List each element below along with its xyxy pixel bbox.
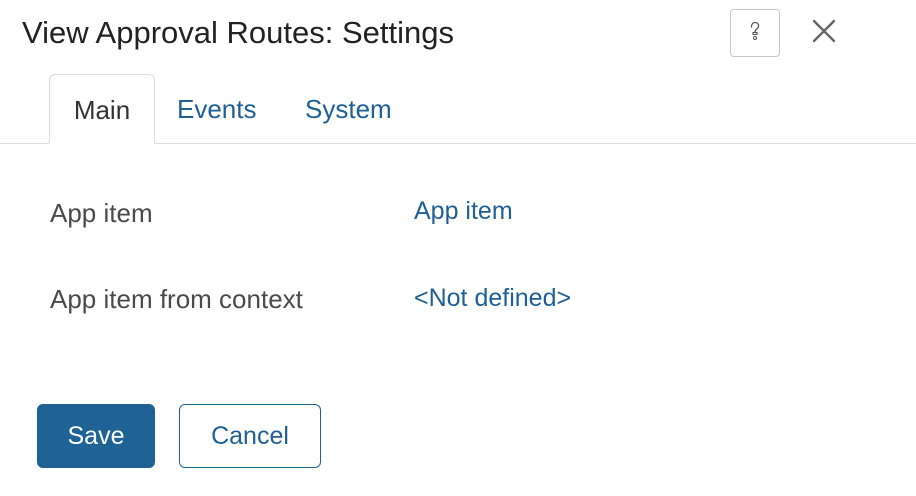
tab-system[interactable]: System bbox=[305, 74, 392, 144]
dialog-title: View Approval Routes: Settings bbox=[22, 15, 454, 50]
close-icon bbox=[812, 19, 836, 48]
tab-events[interactable]: Events bbox=[177, 74, 257, 144]
cancel-button[interactable]: Cancel bbox=[179, 404, 321, 468]
tab-main[interactable]: Main bbox=[49, 74, 155, 144]
save-button[interactable]: Save bbox=[37, 404, 155, 468]
question-mark-icon bbox=[748, 21, 762, 46]
field-value-context-link[interactable]: <Not defined> bbox=[414, 281, 571, 315]
field-value-app-item-link[interactable]: App item bbox=[414, 194, 513, 228]
field-label-app-item-from-context: App item from context bbox=[50, 284, 303, 314]
close-button[interactable] bbox=[805, 13, 843, 53]
help-button[interactable] bbox=[730, 9, 780, 57]
field-label-app-item: App item bbox=[50, 198, 153, 228]
settings-dialog: View Approval Routes: Settings Main Even… bbox=[0, 0, 916, 496]
